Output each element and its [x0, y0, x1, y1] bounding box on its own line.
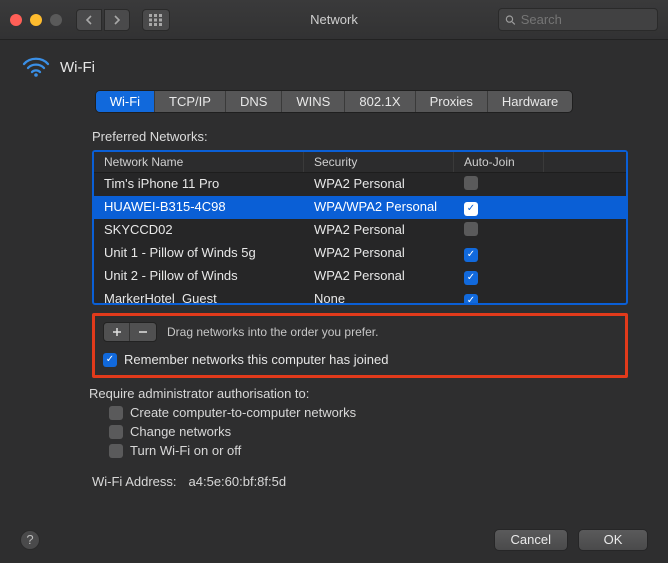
cell-auto-join — [454, 196, 544, 219]
cell-auto-join — [454, 173, 544, 196]
tab-wi-fi[interactable]: Wi-Fi — [96, 91, 155, 112]
admin-auth-heading: Require administrator authorisation to: — [89, 386, 628, 401]
tab-proxies[interactable]: Proxies — [416, 91, 488, 112]
cell-security: WPA/WPA2 Personal — [304, 196, 454, 219]
table-row[interactable]: Unit 1 - Pillow of Winds 5gWPA2 Personal — [94, 242, 626, 265]
ok-button[interactable]: OK — [578, 529, 648, 551]
table-row[interactable]: HUAWEI-B315-4C98WPA/WPA2 Personal — [94, 196, 626, 219]
add-remove-group — [103, 322, 157, 342]
cell-network-name: HUAWEI-B315-4C98 — [94, 196, 304, 219]
cell-auto-join — [454, 242, 544, 265]
back-button[interactable] — [76, 9, 102, 31]
auto-join-checkbox[interactable] — [464, 222, 478, 236]
table-row[interactable]: SKYCCD02WPA2 Personal — [94, 219, 626, 242]
show-all-button[interactable] — [142, 9, 170, 31]
table-header: Network Name Security Auto-Join — [94, 152, 626, 173]
pane-title: Wi-Fi — [60, 59, 95, 76]
pane-header: Wi-Fi — [0, 40, 668, 90]
wifi-address-value: a4:5e:60:bf:8f:5d — [189, 474, 287, 489]
traffic-lights — [10, 14, 62, 26]
column-spacer — [544, 152, 626, 172]
table-row[interactable]: MarkerHotel_GuestNone — [94, 288, 626, 303]
cell-network-name: Tim's iPhone 11 Pro — [94, 173, 304, 196]
column-security[interactable]: Security — [304, 152, 454, 172]
wifi-address-label: Wi-Fi Address: — [92, 474, 177, 489]
cell-security: None — [304, 288, 454, 303]
tab-bar: Wi-FiTCP/IPDNSWINS802.1XProxiesHardware — [95, 90, 574, 113]
annotation-highlight: Drag networks into the order you prefer.… — [92, 313, 628, 378]
cell-network-name: Unit 1 - Pillow of Winds 5g — [94, 242, 304, 265]
nav-buttons — [76, 9, 130, 31]
table-row[interactable]: Unit 2 - Pillow of WindsWPA2 Personal — [94, 265, 626, 288]
add-network-button[interactable] — [104, 323, 130, 341]
cancel-button[interactable]: Cancel — [494, 529, 568, 551]
drag-hint-text: Drag networks into the order you prefer. — [167, 325, 378, 339]
cell-security: WPA2 Personal — [304, 219, 454, 242]
cell-network-name: MarkerHotel_Guest — [94, 288, 304, 303]
admin-checkbox[interactable] — [109, 406, 123, 420]
column-auto-join[interactable]: Auto-Join — [454, 152, 544, 172]
table-row[interactable]: Tim's iPhone 11 ProWPA2 Personal — [94, 173, 626, 196]
remember-networks-label: Remember networks this computer has join… — [124, 352, 388, 367]
titlebar: Network — [0, 0, 668, 40]
wifi-icon — [22, 56, 50, 78]
cell-network-name: SKYCCD02 — [94, 219, 304, 242]
search-field[interactable] — [498, 8, 658, 31]
auto-join-checkbox[interactable] — [464, 271, 478, 285]
minimize-window-button[interactable] — [30, 14, 42, 26]
column-network-name[interactable]: Network Name — [94, 152, 304, 172]
cell-network-name: Unit 2 - Pillow of Winds — [94, 265, 304, 288]
zoom-window-button — [50, 14, 62, 26]
cell-security: WPA2 Personal — [304, 242, 454, 265]
search-input[interactable] — [521, 12, 651, 27]
footer: ? Cancel OK — [0, 515, 668, 563]
forward-button[interactable] — [104, 9, 130, 31]
table-body[interactable]: Tim's iPhone 11 ProWPA2 PersonalHUAWEI-B… — [94, 173, 626, 303]
admin-item-label: Create computer-to-computer networks — [130, 405, 356, 420]
search-icon — [505, 14, 516, 26]
help-button[interactable]: ? — [20, 530, 40, 550]
cell-security: WPA2 Personal — [304, 265, 454, 288]
admin-checkbox[interactable] — [109, 425, 123, 439]
admin-checkbox[interactable] — [109, 444, 123, 458]
auto-join-checkbox[interactable] — [464, 202, 478, 216]
preferred-networks-label: Preferred Networks: — [92, 129, 628, 144]
remove-network-button[interactable] — [130, 323, 156, 341]
admin-item-label: Change networks — [130, 424, 231, 439]
cell-security: WPA2 Personal — [304, 173, 454, 196]
auto-join-checkbox[interactable] — [464, 294, 478, 303]
cell-auto-join — [454, 219, 544, 242]
cell-auto-join — [454, 265, 544, 288]
auto-join-checkbox[interactable] — [464, 248, 478, 262]
cell-auto-join — [454, 288, 544, 303]
tab-hardware[interactable]: Hardware — [488, 91, 572, 112]
tab-802-1x[interactable]: 802.1X — [345, 91, 415, 112]
admin-item-label: Turn Wi-Fi on or off — [130, 443, 241, 458]
close-window-button[interactable] — [10, 14, 22, 26]
tab-dns[interactable]: DNS — [226, 91, 282, 112]
tab-wins[interactable]: WINS — [282, 91, 345, 112]
auto-join-checkbox[interactable] — [464, 176, 478, 190]
networks-table: Network Name Security Auto-Join Tim's iP… — [92, 150, 628, 305]
tab-tcp-ip[interactable]: TCP/IP — [155, 91, 226, 112]
remember-networks-checkbox[interactable] — [103, 353, 117, 367]
